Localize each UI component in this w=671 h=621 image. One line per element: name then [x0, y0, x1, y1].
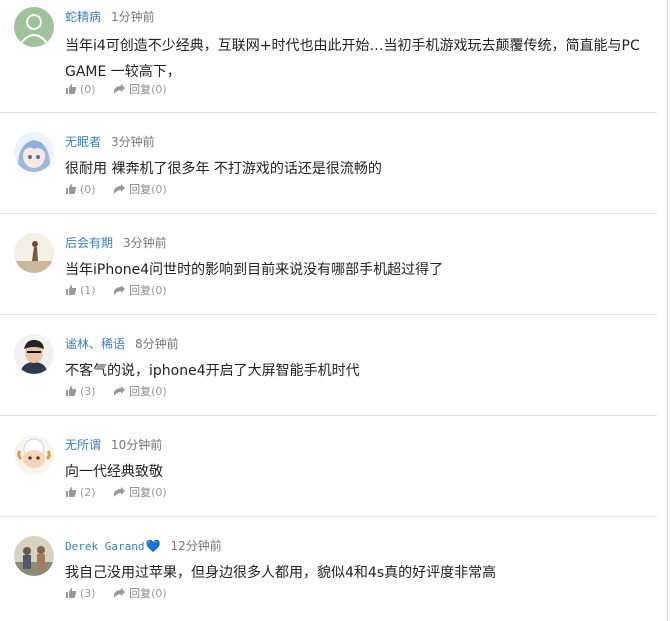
- username[interactable]: Derek Garand: [65, 540, 144, 553]
- timestamp: 3分钟前: [123, 236, 167, 250]
- comment-meta: 谧林、稀语 8分钟前: [65, 336, 179, 352]
- comment-item: 蛇精病 1分钟前 当年i4可创造不少经典，互联网+时代也由此开始…当初手机游戏玩去…: [0, 0, 657, 113]
- reply-button[interactable]: 回复(0): [113, 385, 167, 399]
- like-count: (0): [80, 83, 96, 96]
- comment-actions: (1) 回复(0): [65, 284, 181, 298]
- reply-label: 回复: [129, 486, 152, 499]
- reply-arrow-icon: [114, 487, 126, 497]
- comment-actions: (3) 回复(0): [65, 587, 181, 601]
- reply-count: (0): [151, 587, 167, 600]
- username[interactable]: 后会有期: [65, 236, 113, 250]
- like-button[interactable]: (2): [65, 486, 96, 500]
- reply-arrow-icon: [114, 285, 126, 295]
- comment-meta: 蛇精病 1分钟前: [65, 9, 155, 25]
- thumbs-up-icon: [66, 588, 77, 598]
- avatar[interactable]: [14, 536, 54, 576]
- group-photo-avatar-icon: [14, 536, 54, 576]
- timestamp: 3分钟前: [111, 135, 155, 149]
- sheep-avatar-icon: [14, 435, 54, 475]
- comment-meta: Derek Garand💙 12分钟前: [65, 538, 222, 554]
- avatar[interactable]: [14, 435, 54, 475]
- like-count: (0): [80, 183, 96, 196]
- thumbs-up-icon: [66, 487, 77, 497]
- reply-label: 回复: [129, 284, 152, 297]
- username[interactable]: 谧林、稀语: [65, 337, 125, 351]
- reply-label: 回复: [129, 385, 152, 398]
- scroll-track[interactable]: [667, 0, 668, 621]
- timestamp: 8分钟前: [135, 337, 179, 351]
- timestamp: 1分钟前: [111, 10, 155, 24]
- person-avatar-icon: [14, 334, 54, 374]
- reply-button[interactable]: 回复(0): [113, 486, 167, 500]
- reply-button[interactable]: 回复(0): [113, 587, 167, 601]
- photo-avatar-icon: [14, 233, 54, 273]
- comment-text: 当年i4可创造不少经典，互联网+时代也由此开始…当初手机游戏玩去颠覆传统，简直能…: [65, 38, 640, 80]
- reply-arrow-icon: [114, 386, 126, 396]
- comment-meta: 无眠者 3分钟前: [65, 134, 155, 150]
- comment-item: Derek Garand💙 12分钟前 我自己没用过苹果，但身边很多人都用，貌似4…: [0, 517, 657, 618]
- comment-text: 不客气的说，iphone4开启了大屏智能手机时代: [65, 363, 360, 379]
- reply-count: (0): [151, 183, 167, 196]
- avatar[interactable]: [14, 334, 54, 374]
- like-button[interactable]: (0): [65, 83, 96, 97]
- comment-actions: (3) 回复(0): [65, 385, 181, 399]
- comment-item: 后会有期 3分钟前 当年iPhone4问世时的影响到目前来说没有哪部手机超过得了 …: [0, 214, 657, 315]
- comment-actions: (2) 回复(0): [65, 486, 181, 500]
- comment-text: 很耐用 裸奔机了很多年 不打游戏的话还是很流畅的: [65, 161, 382, 177]
- like-button[interactable]: (3): [65, 385, 96, 399]
- reply-button[interactable]: 回复(0): [113, 284, 167, 298]
- comment-meta: 无所谓 10分钟前: [65, 437, 162, 453]
- reply-label: 回复: [129, 83, 152, 96]
- reply-arrow-icon: [114, 588, 126, 598]
- like-button[interactable]: (0): [65, 183, 96, 197]
- reply-count: (0): [151, 83, 167, 96]
- reply-count: (0): [151, 385, 167, 398]
- like-button[interactable]: (1): [65, 284, 96, 298]
- avatar[interactable]: [14, 233, 54, 273]
- comment-list: 蛇精病 1分钟前 当年i4可创造不少经典，互联网+时代也由此开始…当初手机游戏玩去…: [0, 0, 657, 621]
- reply-arrow-icon: [114, 84, 126, 94]
- comment-item: 无眠者 3分钟前 很耐用 裸奔机了很多年 不打游戏的话还是很流畅的 (0) 回复(…: [0, 113, 657, 214]
- timestamp: 12分钟前: [170, 539, 222, 553]
- like-button[interactable]: (3): [65, 587, 96, 601]
- comment-actions: (0) 回复(0): [65, 183, 181, 197]
- thumbs-up-icon: [66, 184, 77, 194]
- comment-meta: 后会有期 3分钟前: [65, 235, 167, 251]
- like-count: (3): [80, 587, 96, 600]
- avatar[interactable]: [14, 7, 54, 47]
- heart-icon: 💙: [145, 539, 161, 553]
- comment-actions: (0) 回复(0): [65, 83, 181, 97]
- comment-item: 无所谓 10分钟前 向一代经典致敬 (2) 回复(0): [0, 416, 657, 517]
- default-avatar-icon: [14, 7, 54, 47]
- reply-count: (0): [151, 284, 167, 297]
- like-count: (2): [80, 486, 96, 499]
- comment-text: 向一代经典致敬: [65, 464, 163, 480]
- thumbs-up-icon: [66, 386, 77, 396]
- reply-label: 回复: [129, 587, 152, 600]
- reply-label: 回复: [129, 183, 152, 196]
- timestamp: 10分钟前: [111, 438, 163, 452]
- reply-count: (0): [151, 486, 167, 499]
- thumbs-up-icon: [66, 285, 77, 295]
- username[interactable]: 蛇精病: [65, 10, 101, 24]
- comment-text: 我自己没用过苹果，但身边很多人都用，貌似4和4s真的好评度非常高: [65, 565, 497, 581]
- anime-girl-avatar-icon: [14, 132, 54, 172]
- comment-text: 当年iPhone4问世时的影响到目前来说没有哪部手机超过得了: [65, 262, 444, 278]
- reply-button[interactable]: 回复(0): [113, 183, 167, 197]
- reply-arrow-icon: [114, 184, 126, 194]
- reply-button[interactable]: 回复(0): [113, 83, 167, 97]
- avatar[interactable]: [14, 132, 54, 172]
- thumbs-up-icon: [66, 84, 77, 94]
- username[interactable]: 无所谓: [65, 438, 101, 452]
- like-count: (1): [80, 284, 96, 297]
- username[interactable]: 无眠者: [65, 135, 101, 149]
- like-count: (3): [80, 385, 96, 398]
- comment-item: 谧林、稀语 8分钟前 不客气的说，iphone4开启了大屏智能手机时代 (3) 回…: [0, 315, 657, 416]
